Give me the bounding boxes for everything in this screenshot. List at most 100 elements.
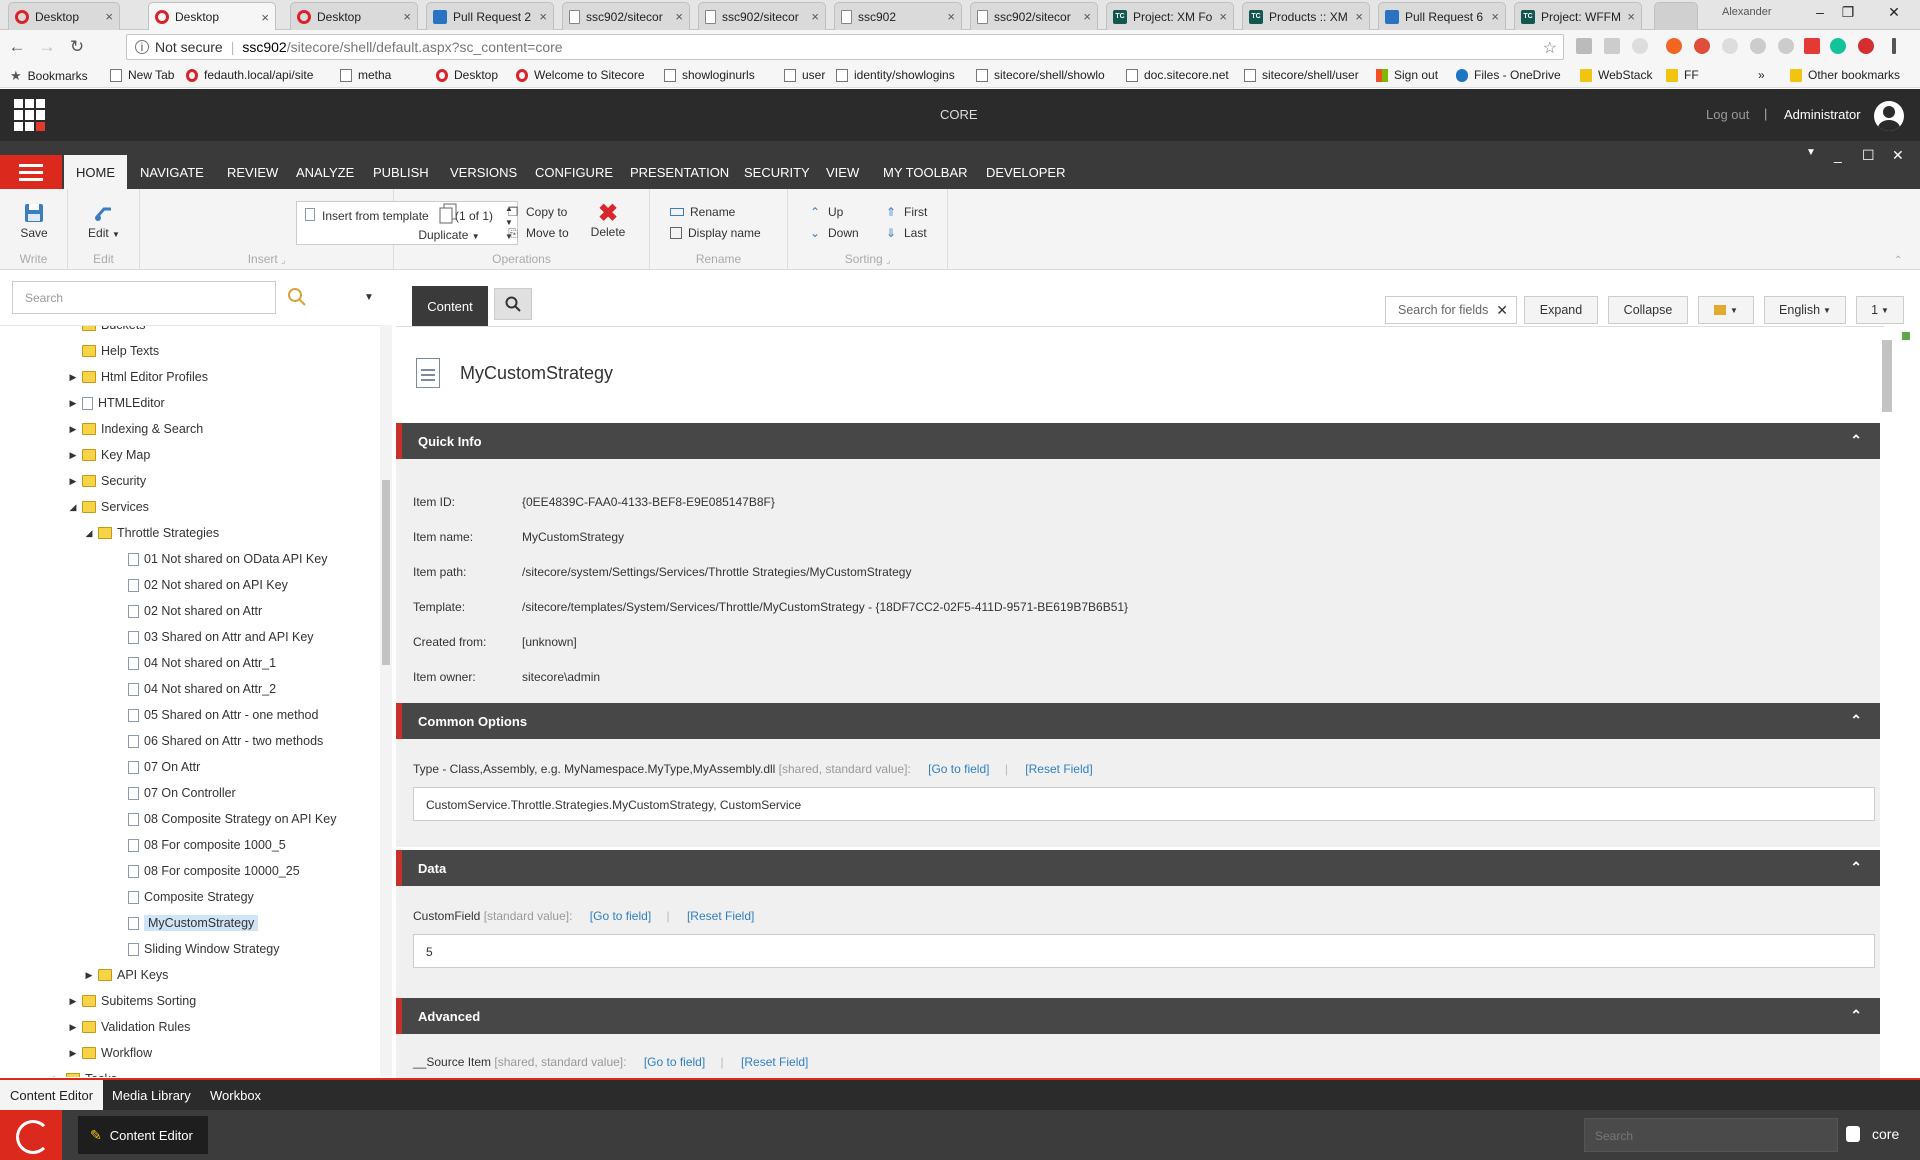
close-icon[interactable]: × — [1627, 9, 1635, 24]
goto-field-link[interactable]: [Go to field] — [644, 1055, 705, 1069]
tab-configure[interactable]: CONFIGURE — [535, 165, 613, 180]
duplicate-button[interactable]: Duplicate ▼ — [416, 203, 482, 242]
close-icon[interactable]: × — [811, 9, 819, 24]
version-actions-button[interactable]: ▼ — [1698, 296, 1754, 324]
dialog-launcher-icon[interactable]: ⌟ — [886, 255, 890, 265]
bookmark-folder[interactable]: WebStack — [1580, 68, 1652, 82]
search-options-dropdown-icon[interactable]: ▼ — [364, 292, 374, 303]
tree-node[interactable]: ▶ Html Editor Profiles — [68, 366, 208, 388]
tree-node[interactable]: 05 Shared on Attr - one method — [114, 704, 318, 726]
clear-icon[interactable]: ✕ — [1496, 302, 1508, 319]
tree-node[interactable]: 07 On Attr — [114, 756, 200, 778]
browser-tab-active[interactable]: Desktop × — [148, 2, 276, 31]
bookmark-item[interactable]: showloginurls — [664, 68, 755, 82]
expand-toggle-icon[interactable]: ▶ — [68, 476, 78, 487]
more-bookmarks-button[interactable]: » — [1758, 68, 1765, 82]
close-icon[interactable]: × — [1355, 9, 1363, 24]
expand-toggle-icon[interactable]: ▶ — [68, 996, 78, 1007]
bookmark-item[interactable]: Welcome to Sitecore — [516, 68, 645, 82]
tree-node[interactable]: 02 Not shared on API Key — [114, 574, 288, 596]
content-editor-task[interactable]: ✎ Content Editor — [78, 1116, 208, 1154]
expand-toggle-icon[interactable]: ▶ — [68, 1048, 78, 1059]
extension-icon[interactable] — [1722, 38, 1738, 54]
collapse-section-icon[interactable]: ⌃ — [1850, 712, 1862, 729]
bookmark-item[interactable]: sitecore/shell/showlo — [976, 68, 1105, 82]
forward-icon[interactable]: → — [34, 34, 60, 60]
browser-tab[interactable]: ssc902 × — [834, 2, 962, 30]
close-icon[interactable]: × — [1491, 9, 1499, 24]
custom-field-input[interactable]: 5 — [413, 934, 1875, 968]
logout-link[interactable]: Log out — [1706, 107, 1749, 122]
expand-toggle-icon[interactable]: ▶ — [68, 450, 78, 461]
template-value[interactable]: /sitecore/templates/System/Services/Thro… — [522, 600, 1128, 614]
reset-field-link[interactable]: [Reset Field] — [1025, 762, 1092, 776]
expand-toggle-icon[interactable]: ◢ — [68, 502, 78, 513]
bookmark-item[interactable]: identity/showlogins — [836, 68, 955, 82]
minimize-icon[interactable]: _ — [1834, 147, 1842, 163]
taskbar-search-input[interactable]: Search — [1584, 1118, 1838, 1152]
reset-field-link[interactable]: [Reset Field] — [741, 1055, 808, 1069]
section-common-options[interactable]: Common Options ⌃ — [396, 703, 1880, 739]
extension-icon[interactable] — [1576, 38, 1592, 54]
tab-content[interactable]: Content — [412, 286, 488, 326]
extension-icon[interactable] — [1632, 38, 1648, 54]
content-scrollbar[interactable] — [1880, 338, 1894, 1078]
tree-node[interactable]: ◢ Throttle Strategies — [84, 522, 220, 544]
sort-down-button[interactable]: ⌄ Down — [808, 226, 859, 240]
bookmark-item[interactable]: Files - OneDrive — [1456, 68, 1561, 82]
edit-button[interactable]: Edit ▼ — [86, 203, 122, 240]
goto-field-link[interactable]: [Go to field] — [590, 909, 651, 923]
tree-node[interactable]: ▶ Tasks — [52, 1068, 117, 1077]
close-icon[interactable]: × — [1083, 9, 1091, 24]
bookmark-item[interactable]: New Tab — [110, 68, 174, 82]
display-name-button[interactable]: Display name — [670, 226, 761, 240]
tab-presentation[interactable]: PRESENTATION — [630, 165, 729, 180]
tab-view[interactable]: VIEW — [826, 165, 859, 180]
user-name[interactable]: Administrator — [1784, 107, 1861, 122]
tree-node[interactable]: 08 Composite Strategy on API Key — [114, 808, 336, 830]
expand-toggle-icon[interactable]: ▶ — [52, 1074, 62, 1078]
close-icon[interactable]: ✕ — [1892, 147, 1904, 164]
tree-node[interactable]: Composite Strategy — [114, 886, 254, 908]
bookmarks-menu[interactable]: ★ Bookmarks — [10, 68, 88, 84]
bookmark-item[interactable]: sitecore/shell/user — [1244, 68, 1359, 82]
extension-icon[interactable] — [1604, 38, 1620, 54]
reload-icon[interactable]: ↻ — [64, 34, 90, 60]
sort-first-button[interactable]: ⇑ First — [884, 205, 927, 219]
tree-node[interactable]: 04 Not shared on Attr_2 — [114, 678, 276, 700]
close-icon[interactable]: × — [105, 9, 113, 24]
search-fields-input[interactable]: Search for fields ✕ — [1385, 296, 1517, 324]
extension-icon[interactable] — [1804, 38, 1820, 54]
tree-node[interactable]: ◢ Services — [68, 496, 149, 518]
tree-node[interactable]: ▶ Indexing & Search — [68, 418, 204, 440]
adblock-icon[interactable] — [1858, 38, 1874, 54]
copy-to-button[interactable]: ❐ Copy to — [506, 205, 568, 219]
expand-button[interactable]: Expand — [1524, 296, 1598, 324]
close-icon[interactable]: × — [261, 10, 269, 25]
tree-node[interactable]: 03 Shared on Attr and API Key — [114, 626, 314, 648]
content-scrollbar-thumb[interactable] — [1882, 340, 1892, 412]
tab-publish[interactable]: PUBLISH — [373, 165, 429, 180]
tree-node[interactable]: ▶ Subitems Sorting — [68, 990, 197, 1012]
section-data[interactable]: Data ⌃ — [396, 850, 1880, 886]
tab-content-editor[interactable]: Content Editor — [0, 1080, 104, 1110]
extension-icon[interactable] — [1694, 38, 1710, 54]
other-bookmarks[interactable]: Other bookmarks — [1790, 68, 1900, 82]
close-icon[interactable]: × — [947, 9, 955, 24]
close-icon[interactable]: × — [1219, 9, 1227, 24]
bookmark-item[interactable]: Sign out — [1376, 68, 1438, 82]
save-button[interactable]: Save — [16, 203, 52, 240]
tab-analyze[interactable]: ANALYZE — [296, 165, 354, 180]
tab-home[interactable]: HOME — [64, 155, 127, 189]
sort-up-button[interactable]: ⌃ Up — [808, 205, 843, 219]
ribbon-dropdown-icon[interactable]: ▼ — [1806, 147, 1816, 158]
new-tab-button[interactable] — [1654, 2, 1698, 30]
sitecore-start-button[interactable] — [0, 1110, 62, 1160]
move-to-button[interactable]: ⎘ Move to — [506, 226, 569, 241]
sort-last-button[interactable]: ⇓ Last — [884, 226, 927, 240]
menu-icon[interactable] — [1892, 38, 1896, 54]
bookmark-item[interactable]: Desktop — [436, 68, 498, 82]
back-icon[interactable]: ← — [4, 34, 30, 60]
close-icon[interactable]: × — [403, 9, 411, 24]
tab-review[interactable]: REVIEW — [227, 165, 278, 180]
